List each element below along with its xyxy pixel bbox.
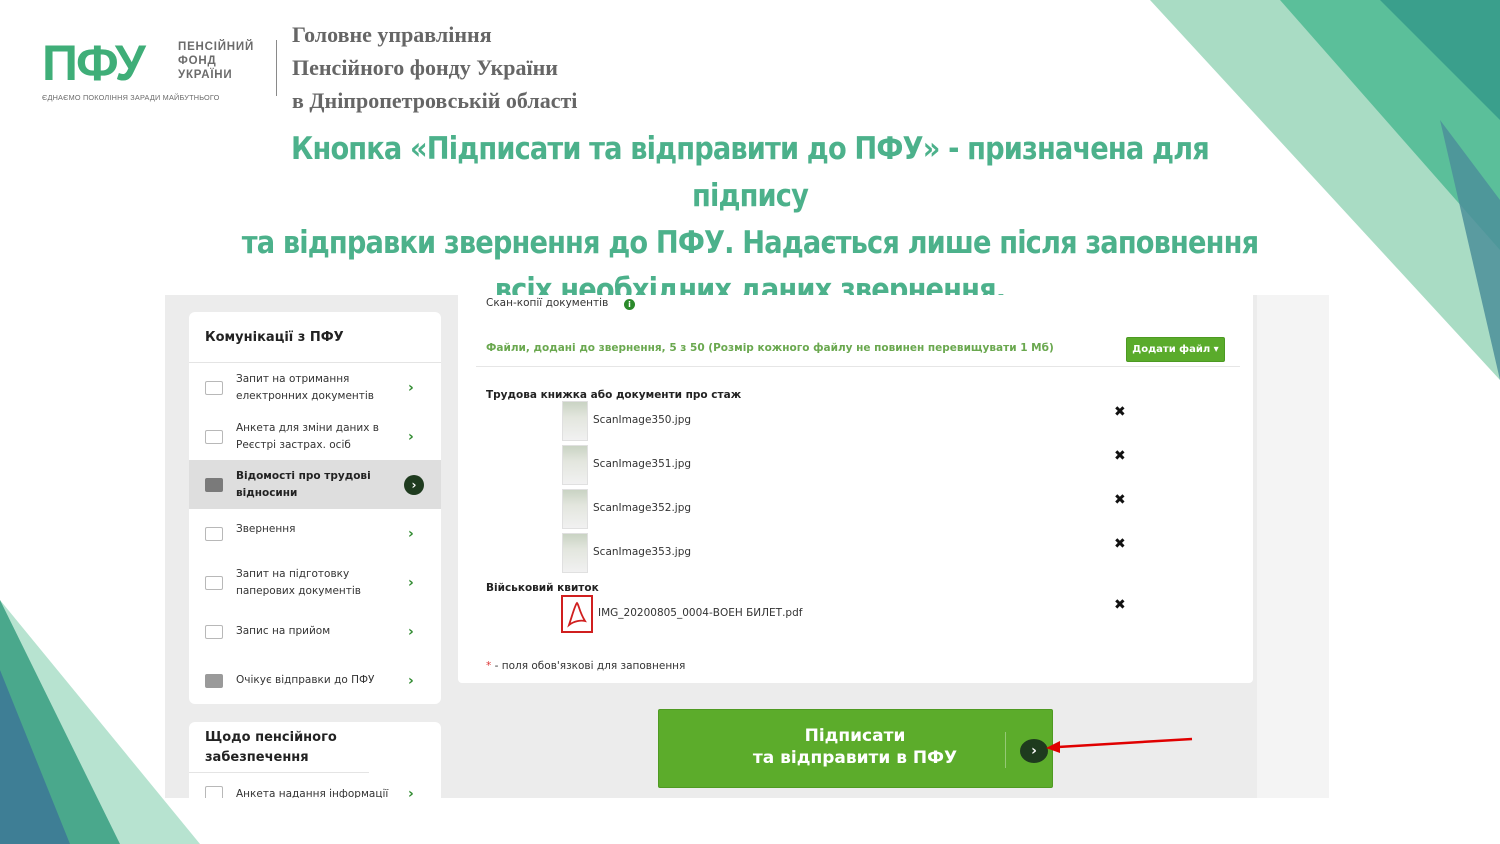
- delete-file-icon[interactable]: ✖: [1114, 597, 1126, 613]
- file-name[interactable]: ScanImage350.jpg: [593, 414, 691, 426]
- sidebar-section-communications: Комунікації з ПФУ Запит на отримання еле…: [189, 312, 441, 704]
- file-name[interactable]: ScanImage353.jpg: [593, 546, 691, 558]
- pdf-icon[interactable]: [561, 595, 593, 633]
- header-divider: [276, 40, 277, 96]
- button-divider: [1005, 732, 1006, 768]
- screenshot-right-margin: [1257, 295, 1329, 798]
- scans-label: Скан-копії документів: [486, 297, 609, 309]
- divider: [476, 366, 1240, 367]
- org-line: Головне управління: [292, 22, 492, 47]
- org-line: Пенсійного фонду України: [292, 55, 558, 80]
- calendar-icon: [205, 624, 223, 639]
- logo-name-line: ФОНД: [178, 55, 217, 67]
- delete-file-icon[interactable]: ✖: [1114, 404, 1126, 420]
- file-name[interactable]: ScanImage351.jpg: [593, 458, 691, 470]
- required-note: * - поля обов'язкові для заповнення: [486, 660, 685, 672]
- chevron-right-icon: ›: [408, 623, 414, 640]
- required-note-text: - поля обов'язкові для заповнення: [491, 660, 686, 672]
- logo-name-line: УКРАЇНИ: [178, 69, 233, 81]
- sidebar-item-label: Анкета надання інформації: [236, 787, 389, 799]
- sidebar-item-employment-info[interactable]: Відомості про трудові відносини ›: [189, 460, 441, 509]
- document-check-icon: [205, 380, 223, 395]
- sidebar-item-info-form[interactable]: Анкета надання інформації ›: [189, 774, 441, 798]
- info-icon[interactable]: i: [624, 299, 635, 310]
- red-pointer-arrow: [1046, 737, 1193, 753]
- sidebar-item-pending-send[interactable]: Очікує відправки до ПФУ ›: [189, 656, 441, 704]
- group-title-work-record: Трудова книжка або документи про стаж: [486, 389, 742, 401]
- logo-name-line: ПЕНСІЙНИЙ: [178, 41, 255, 53]
- chevron-right-circle-icon: ›: [404, 474, 424, 495]
- sidebar-item-paper-docs-request[interactable]: Запит на підготовку паперових документів…: [189, 558, 441, 607]
- logo-tagline: ЄДНАЄМО ПОКОЛІННЯ ЗАРАДИ МАЙБУТНЬОГО: [42, 93, 220, 102]
- printer-icon: [205, 575, 223, 590]
- headline-line: та відправки звернення до ПФУ. Надається…: [241, 225, 1259, 261]
- chevron-right-icon: ›: [408, 379, 414, 396]
- add-file-button[interactable]: Додати файл ▾: [1126, 337, 1225, 362]
- sidebar-item-label: Відомості про трудові відносини: [236, 469, 371, 499]
- logo-name: ПЕНСІЙНИЙ ФОНД УКРАЇНИ: [178, 40, 278, 82]
- delete-file-icon[interactable]: ✖: [1114, 448, 1126, 464]
- file-name[interactable]: ScanImage352.jpg: [593, 502, 691, 514]
- sidebar-section-pension: Щодо пенсійного забезпечення Анкета нада…: [189, 722, 441, 798]
- sidebar-item-electronic-docs-request[interactable]: Запит на отримання електронних документі…: [189, 363, 441, 412]
- chevron-right-icon: ›: [408, 428, 414, 445]
- folder-icon: [205, 477, 223, 492]
- envelope-icon: [205, 526, 223, 541]
- headline-line: Кнопка «Підписати та відправити до ПФУ» …: [291, 131, 1210, 214]
- chevron-right-icon: ›: [408, 574, 414, 591]
- org-line: в Дніпропетровській області: [292, 88, 578, 113]
- sidebar-item-label: Анкета для зміни даних в Реєстрі застрах…: [236, 421, 379, 451]
- chevron-right-icon: ›: [408, 672, 414, 689]
- file-name[interactable]: IMG_20200805_0004-ВОЕН БИЛЕТ.pdf: [598, 607, 802, 619]
- sidebar-item-label: Запит на отримання електронних документі…: [236, 372, 374, 402]
- button-label-line: Підписати: [804, 726, 906, 746]
- image-thumbnail[interactable]: [562, 533, 588, 573]
- pfu-logo: ПФУ ПЕНСІЙНИЙ ФОНД УКРАЇНИ ЄДНАЄМО ПОКОЛ…: [42, 35, 253, 102]
- sidebar-item-appointment[interactable]: Запис на прийом ›: [189, 607, 441, 656]
- sidebar-section-title: Комунікації з ПФУ: [189, 312, 441, 363]
- folder-icon: [205, 673, 223, 688]
- sidebar-section-title: Щодо пенсійного забезпечення: [189, 722, 369, 773]
- image-thumbnail[interactable]: [562, 401, 588, 441]
- logo-mark: ПФУ: [42, 35, 146, 91]
- sidebar-item-label: Звернення: [236, 523, 296, 535]
- sign-and-send-label: Підписати та відправити в ПФУ: [659, 725, 1051, 769]
- document-check-icon: [205, 429, 223, 444]
- delete-file-icon[interactable]: ✖: [1114, 536, 1126, 552]
- chevron-right-icon: ›: [408, 786, 414, 798]
- sidebar-item-appeals[interactable]: Звернення ›: [189, 509, 441, 558]
- slide-headline: Кнопка «Підписати та відправити до ПФУ» …: [240, 126, 1261, 314]
- files-limit-note: Файли, додані до звернення, 5 з 50 (Розм…: [486, 342, 1054, 354]
- chevron-right-icon: ›: [408, 525, 414, 542]
- group-title-military-id: Військовий квиток: [486, 582, 599, 594]
- organization-name: Головне управління Пенсійного фонду Укра…: [292, 18, 577, 117]
- sidebar-item-label: Очікує відправки до ПФУ: [236, 674, 375, 686]
- document-check-icon: [205, 786, 223, 798]
- image-thumbnail[interactable]: [562, 489, 588, 529]
- sign-and-send-button[interactable]: Підписати та відправити в ПФУ ›: [658, 709, 1053, 788]
- attachments-panel: Скан-копії документів i Файли, додані до…: [458, 295, 1253, 683]
- sidebar-item-registry-change-form[interactable]: Анкета для зміни даних в Реєстрі застрах…: [189, 412, 441, 461]
- portal-screenshot: Комунікації з ПФУ Запит на отримання еле…: [165, 295, 1329, 798]
- image-thumbnail[interactable]: [562, 445, 588, 485]
- button-label-line: та відправити в ПФУ: [752, 748, 958, 768]
- sidebar-item-label: Запис на прийом: [236, 625, 331, 637]
- sidebar-item-label: Запит на підготовку паперових документів: [236, 567, 361, 597]
- delete-file-icon[interactable]: ✖: [1114, 492, 1126, 508]
